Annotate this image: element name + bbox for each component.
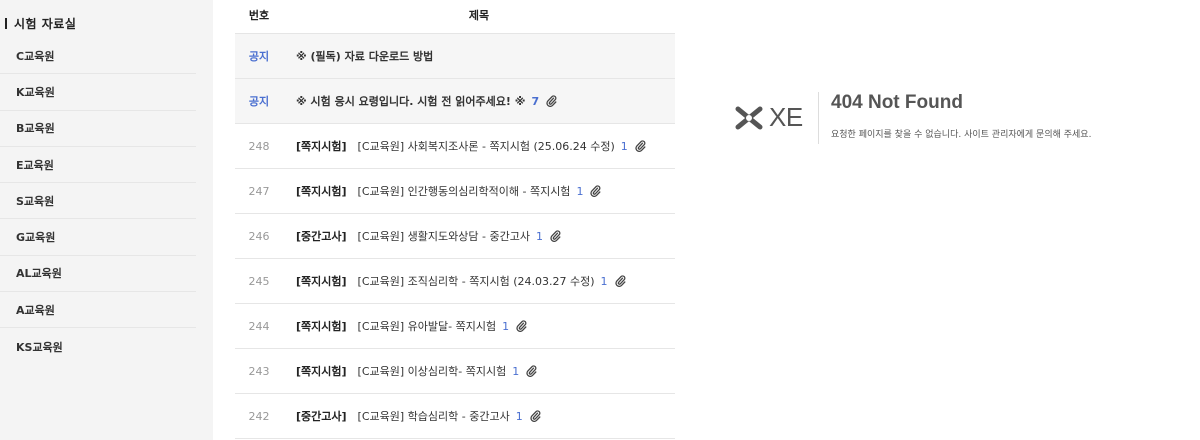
table-row: 247 [쪽지시험] [C교육원] 인간행동의심리학적이해 - 쪽지시험 1: [235, 169, 675, 214]
sidebar-item-label: E교육원: [16, 158, 54, 172]
attachment-icon: [550, 230, 561, 242]
attachment-icon: [516, 320, 527, 332]
notice-row: 공지 ※ 시험 응시 요령입니다. 시험 전 읽어주세요! ※ 7: [235, 79, 675, 124]
post-category: [쪽지시험]: [296, 320, 347, 333]
post-title-cell: ※ (필독) 자료 다운로드 방법: [283, 48, 433, 64]
attachment-icon: [614, 275, 626, 287]
attachment-icon: [526, 365, 537, 377]
xe-logo: XE: [733, 102, 803, 133]
post-title-cell: [중간고사] [C교육원] 학습심리학 - 중간고사 1: [283, 408, 541, 424]
column-header-number: 번호: [248, 9, 270, 22]
comment-count[interactable]: 1: [601, 275, 608, 288]
post-number: 246: [248, 229, 270, 243]
attachment-icon: [530, 410, 541, 422]
table-row: 244 [쪽지시험] [C교육원] 유아발달- 쪽지시험 1: [235, 304, 675, 349]
sidebar-item-ks[interactable]: KS교육원: [0, 328, 196, 364]
post-title-cell: [쪽지시험] [C교육원] 이상심리학- 쪽지시험 1: [283, 363, 537, 379]
comment-count[interactable]: 1: [512, 365, 519, 378]
post-category: [쪽지시험]: [296, 140, 347, 153]
comment-count[interactable]: 1: [536, 230, 543, 243]
post-category: [중간고사]: [296, 230, 347, 243]
table-row: 245 [쪽지시험] [C교육원] 조직심리학 - 쪽지시험 (24.03.27 수…: [235, 259, 675, 304]
sidebar-item-k[interactable]: K교육원: [0, 74, 196, 111]
post-title-cell: [쪽지시험] [C교육원] 조직심리학 - 쪽지시험 (24.03.27 수정) 1: [283, 273, 626, 289]
sidebar-title-text: 시험 자료실: [14, 17, 77, 31]
column-header-title: 제목: [468, 9, 490, 22]
post-number: 245: [248, 274, 270, 288]
sidebar-item-al[interactable]: AL교육원: [0, 256, 196, 293]
error-message: 요청한 페이지를 찾을 수 없습니다. 사이트 관리자에게 문의해 주세요.: [831, 130, 1092, 140]
comment-count[interactable]: 1: [576, 185, 583, 198]
comment-count[interactable]: 1: [621, 140, 628, 153]
post-number: 243: [248, 364, 270, 378]
post-category: [쪽지시험]: [296, 365, 347, 378]
post-title-link[interactable]: [C교육원] 조직심리학 - 쪽지시험 (24.03.27 수정): [358, 273, 595, 289]
sidebar-item-label: AL교육원: [16, 267, 62, 281]
post-title-link[interactable]: [C교육원] 이상심리학- 쪽지시험: [358, 363, 507, 379]
post-title-cell: [쪽지시험] [C교육원] 인간행동의심리학적이해 - 쪽지시험 1: [283, 183, 601, 199]
post-title-link[interactable]: [C교육원] 생활지도와상담 - 중간고사: [358, 228, 530, 244]
xe-logo-icon: [735, 106, 763, 129]
comment-count[interactable]: 1: [502, 320, 509, 333]
notice-label: 공지: [248, 50, 270, 63]
post-title-link[interactable]: ※ 시험 응시 요령입니다. 시험 전 읽어주세요! ※: [296, 93, 525, 109]
post-title-link[interactable]: [C교육원] 학습심리학 - 중간고사: [358, 408, 510, 424]
post-number: 248: [248, 139, 270, 153]
xe-logo-text: XE: [769, 102, 803, 132]
post-number: 247: [248, 184, 270, 198]
notice-row: 공지 ※ (필독) 자료 다운로드 방법: [235, 34, 675, 79]
sidebar-item-s[interactable]: S교육원: [0, 183, 196, 220]
post-title-cell: [쪽지시험] [C교육원] 사회복지조사론 - 쪽지시험 (25.06.24 수정…: [283, 138, 646, 154]
table-row: 242 [중간고사] [C교육원] 학습심리학 - 중간고사 1: [235, 394, 675, 439]
post-title-link[interactable]: ※ (필독) 자료 다운로드 방법: [296, 48, 433, 64]
sidebar-item-b[interactable]: B교육원: [0, 111, 196, 147]
sidebar: 시험 자료실 C교육원 K교육원 B교육원 E교육원 S교육원 G교육원 AL교…: [0, 0, 213, 440]
sidebar-item-c[interactable]: C교육원: [0, 38, 196, 75]
attachment-icon: [546, 95, 557, 107]
sidebar-item-label: C교육원: [16, 49, 55, 63]
error-title: 404 Not Found: [831, 92, 963, 113]
sidebar-item-label: G교육원: [16, 231, 56, 245]
table-row: 248 [쪽지시험] [C교육원] 사회복지조사론 - 쪽지시험 (25.06.24…: [235, 124, 675, 169]
sidebar-item-label: S교육원: [16, 194, 55, 208]
board-table: 번호 제목 공지 ※ (필독) 자료 다운로드 방법 공지 ※ 시험 응시 요령입니다…: [235, 0, 675, 439]
board-rows: 공지 ※ (필독) 자료 다운로드 방법 공지 ※ 시험 응시 요령입니다. 시험 전…: [235, 34, 675, 439]
notice-label: 공지: [248, 95, 270, 108]
post-title-cell: ※ 시험 응시 요령입니다. 시험 전 읽어주세요! ※ 7: [283, 93, 557, 109]
sidebar-menu: C교육원 K교육원 B교육원 E교육원 S교육원 G교육원 AL교육원 A교육원…: [0, 38, 196, 365]
post-number: 244: [248, 319, 270, 333]
post-number: 242: [248, 409, 270, 423]
post-category: [중간고사]: [296, 410, 347, 423]
post-title-cell: [쪽지시험] [C교육원] 유아발달- 쪽지시험 1: [283, 318, 527, 334]
sidebar-item-a[interactable]: A교육원: [0, 292, 196, 329]
sidebar-item-label: KS교육원: [16, 340, 63, 354]
title-bar-marker: [5, 18, 7, 29]
table-row: 246 [중간고사] [C교육원] 생활지도와상담 - 중간고사 1: [235, 214, 675, 259]
table-row: 243 [쪽지시험] [C교육원] 이상심리학- 쪽지시험 1: [235, 349, 675, 394]
sidebar-item-g[interactable]: G교육원: [0, 219, 196, 256]
sidebar-item-label: K교육원: [16, 85, 55, 99]
error-panel: XE 404 Not Found 요청한 페이지를 찾을 수 없습니다. 사이트…: [733, 88, 1173, 148]
post-title-link[interactable]: [C교육원] 인간행동의심리학적이해 - 쪽지시험: [358, 183, 571, 199]
comment-count[interactable]: 1: [516, 410, 523, 423]
post-category: [쪽지시험]: [296, 185, 347, 198]
comment-count[interactable]: 7: [531, 95, 539, 108]
sidebar-item-label: A교육원: [16, 303, 55, 317]
post-title-link[interactable]: [C교육원] 유아발달- 쪽지시험: [358, 318, 497, 334]
post-category: [쪽지시험]: [296, 275, 347, 288]
post-title-cell: [중간고사] [C교육원] 생활지도와상담 - 중간고사 1: [283, 228, 561, 244]
error-divider: [818, 92, 819, 144]
attachment-icon: [635, 140, 646, 152]
board-header: 번호 제목: [235, 0, 675, 34]
sidebar-item-label: B교육원: [16, 122, 55, 136]
attachment-icon: [590, 185, 601, 197]
sidebar-title: 시험 자료실: [5, 15, 76, 32]
sidebar-item-e[interactable]: E교육원: [0, 147, 196, 184]
post-title-link[interactable]: [C교육원] 사회복지조사론 - 쪽지시험 (25.06.24 수정): [358, 138, 615, 154]
